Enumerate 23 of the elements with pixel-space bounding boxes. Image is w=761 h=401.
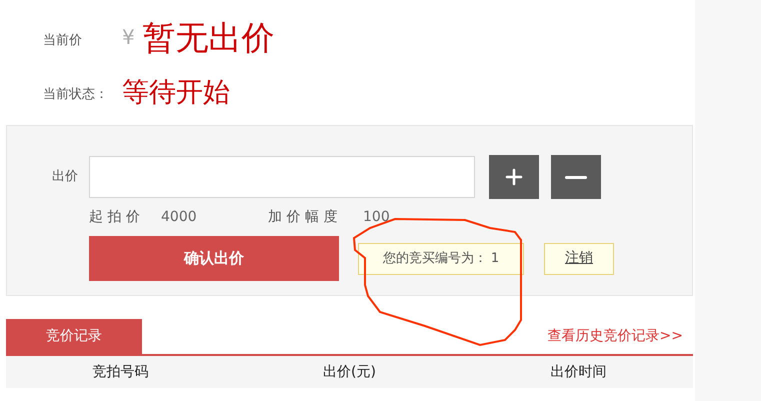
price-label: 当前价 xyxy=(43,32,83,50)
decrease-button[interactable] xyxy=(551,155,601,199)
increment-value: 100 xyxy=(363,208,390,226)
bidder-number-value: 1 xyxy=(490,250,500,268)
column-header: 竞拍号码 xyxy=(92,362,148,382)
history-link[interactable]: 查看历史竞价记录>> xyxy=(548,326,683,347)
logout-button[interactable]: 注销 xyxy=(544,242,614,274)
bid-input[interactable] xyxy=(89,156,475,198)
status-label: 当前状态： xyxy=(43,86,109,104)
price-value: 暂无出价 xyxy=(142,18,275,58)
bid-label: 出价 xyxy=(52,168,79,186)
minus-icon xyxy=(565,176,587,178)
column-header: 出价(元) xyxy=(323,362,376,382)
status-value: 等待开始 xyxy=(122,76,230,110)
increase-button[interactable] xyxy=(489,155,539,199)
bidder-number-label: 您的竞买编号为： xyxy=(382,250,487,268)
start-price-label: 起 拍 价 xyxy=(89,208,141,226)
currency-symbol: ¥ xyxy=(122,24,135,51)
start-price-value: 4000 xyxy=(161,208,198,226)
confirm-bid-button[interactable]: 确认出价 xyxy=(89,236,339,281)
column-header: 出价时间 xyxy=(550,362,606,382)
records-tab[interactable]: 竞价记录 xyxy=(6,319,142,354)
increment-label: 加 价 幅 度 xyxy=(268,208,338,226)
